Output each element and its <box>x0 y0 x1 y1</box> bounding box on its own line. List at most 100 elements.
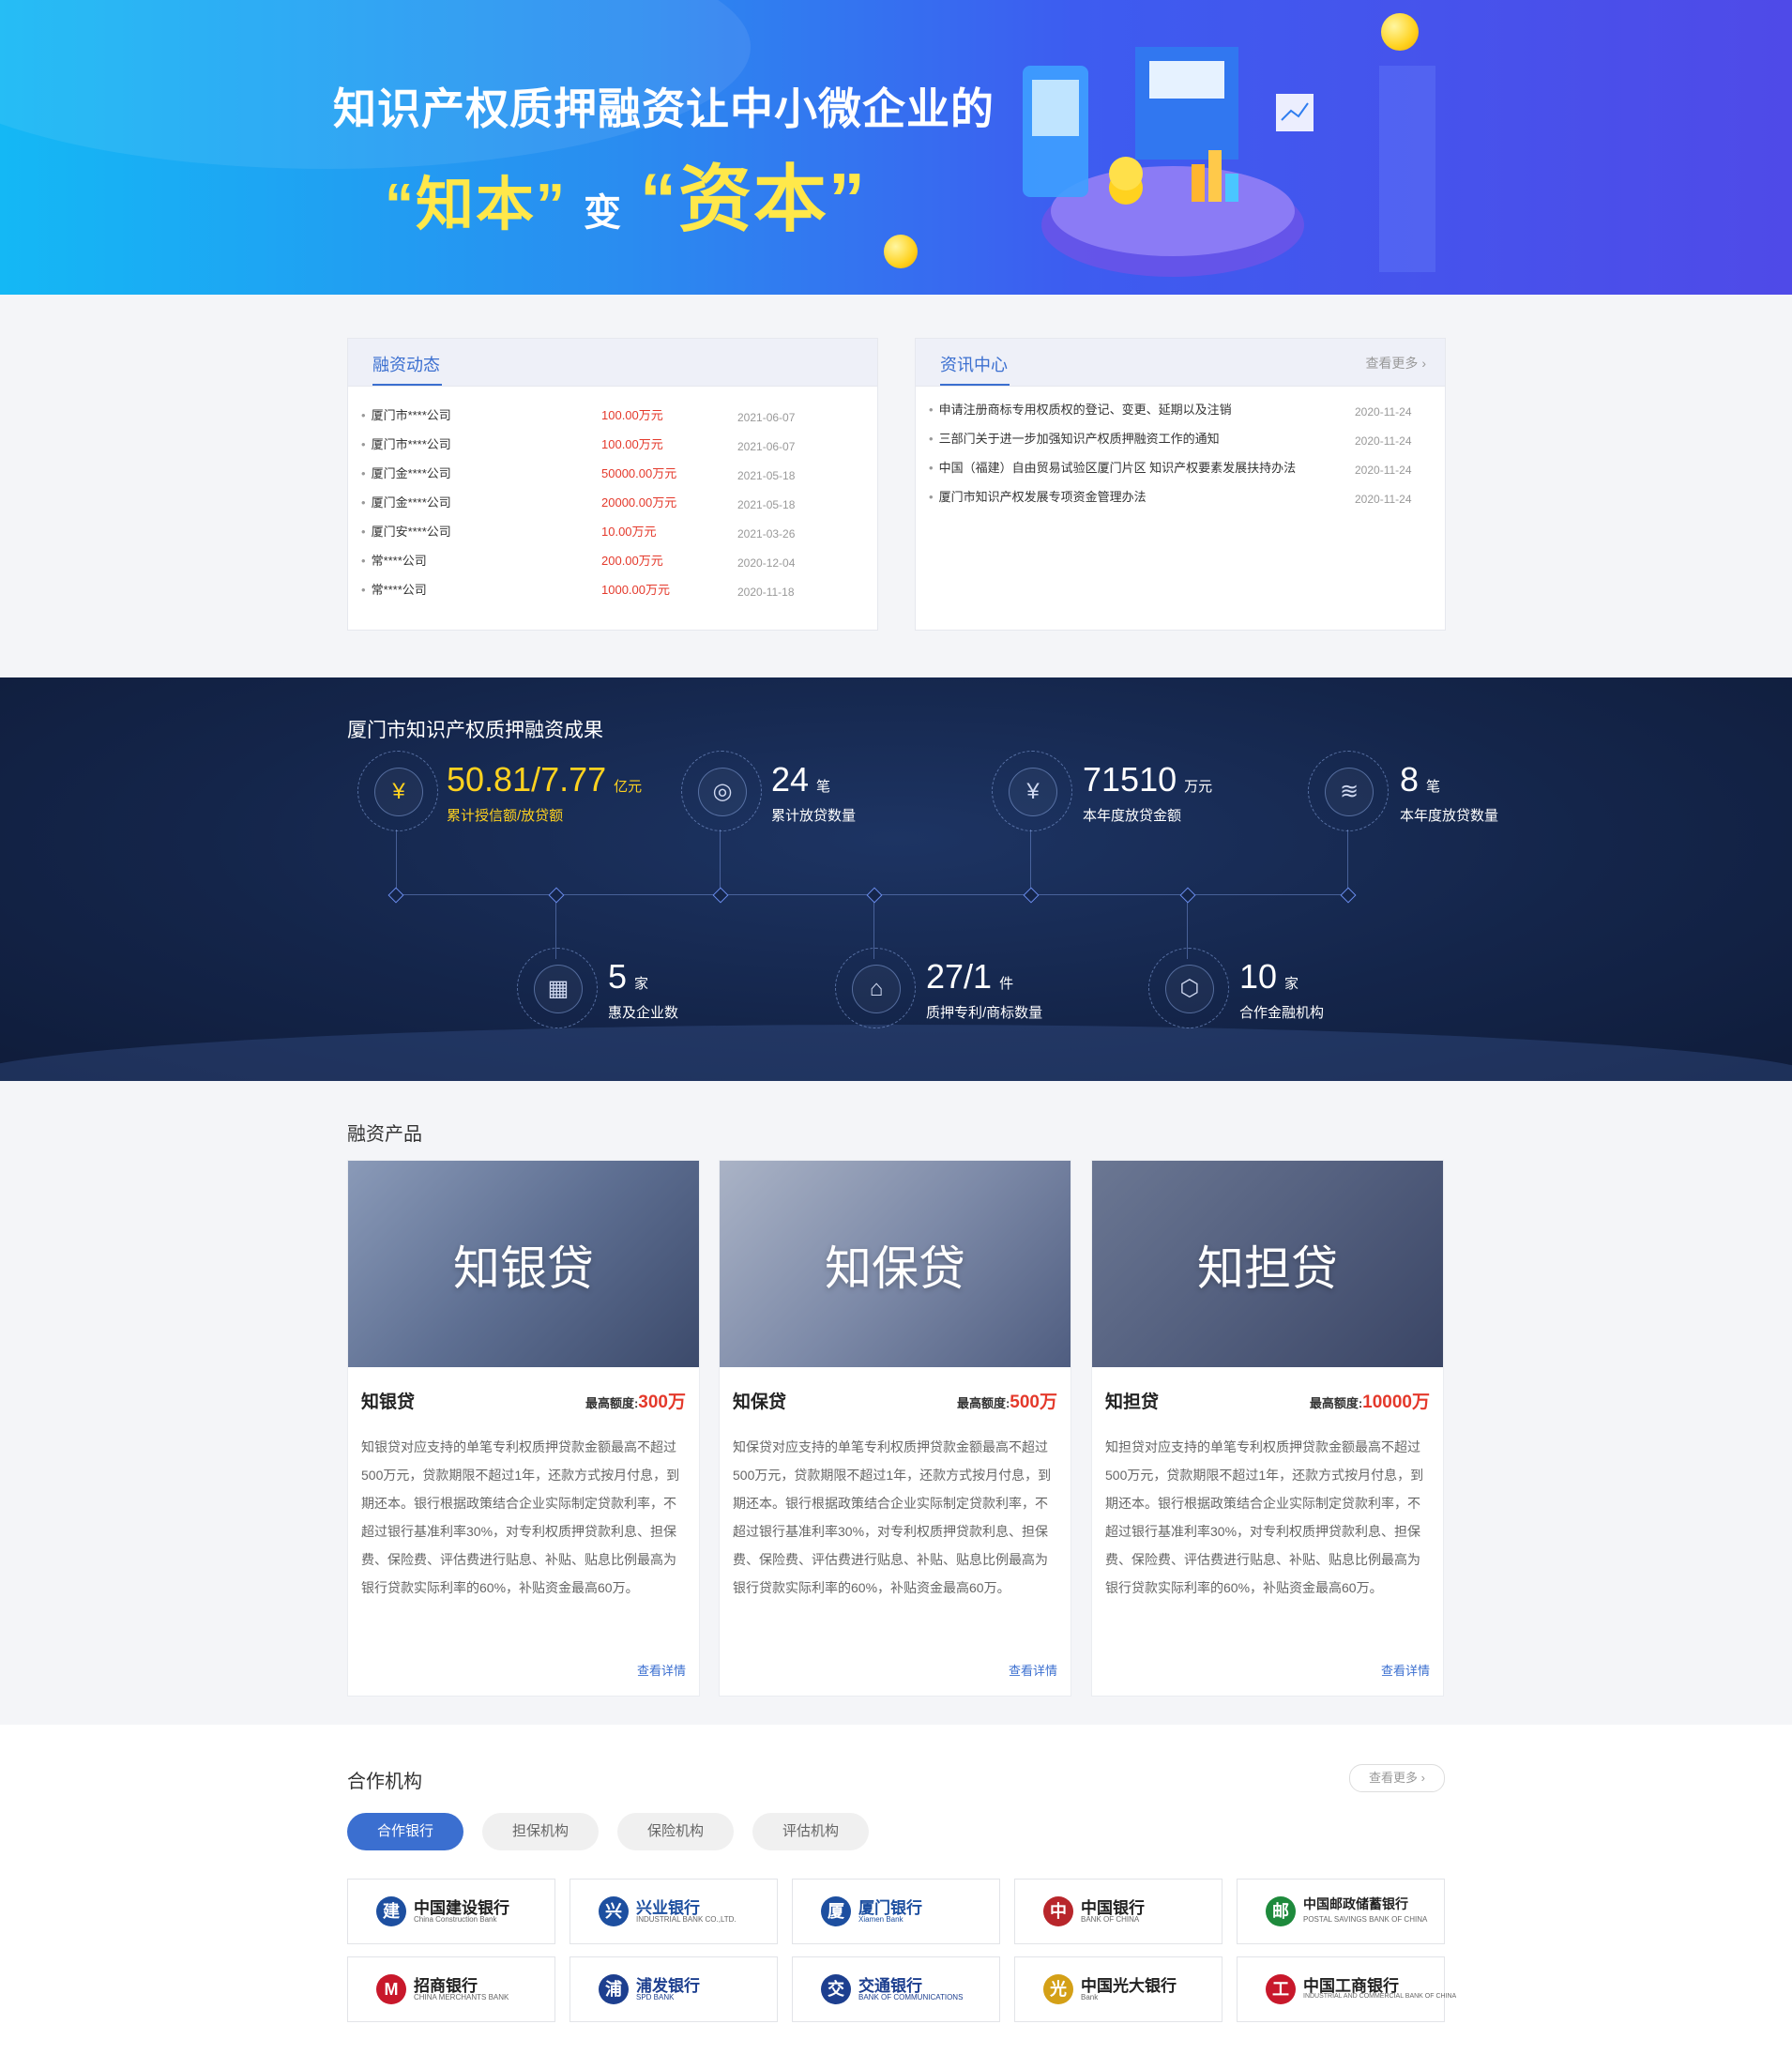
stat-label: 惠及企业数 <box>608 1005 679 1021</box>
wave-decoration <box>0 1025 1792 1081</box>
loan-date: 2021-05-18 <box>737 498 796 511</box>
cib-logo-icon: 兴 <box>599 1896 629 1926</box>
list-item[interactable]: • 常****公司 <box>361 581 427 600</box>
bank-logo-cmb[interactable]: M 招商银行 CHINA MERCHANTS BANK <box>347 1956 555 2022</box>
product-quota: 最高额度:300万 <box>585 1393 686 1412</box>
bank-logo-xiamen[interactable]: 厦厦门银行 Xiamen Bank <box>792 1879 1000 1944</box>
list-item[interactable]: • 厦门金****公司 <box>361 494 451 512</box>
stat-icon-ring: ⌂ <box>835 948 916 1028</box>
info-center-title: 资讯中心 <box>940 352 1010 386</box>
spd-logo-icon: 浦 <box>599 1974 629 2004</box>
product-card[interactable]: 知银贷 知银贷 最高额度:300万 知银贷对应支持的单笔专利权质押贷款金额最高不… <box>347 1160 700 1697</box>
product-description: 知保贷对应支持的单笔专利权质押贷款金额最高不超过500万元，贷款期限不超过1年，… <box>733 1439 1052 1595</box>
tab-partner-banks[interactable]: 合作银行 <box>347 1813 463 1850</box>
timeline-node <box>387 887 404 904</box>
psbc-logo-icon: 邮 <box>1266 1896 1296 1926</box>
loan-date: 2021-05-18 <box>737 469 796 482</box>
product-image: 知银贷 <box>348 1161 699 1367</box>
tab-appraisal[interactable]: 评估机构 <box>752 1813 869 1850</box>
product-card[interactable]: 知保贷 知保贷 最高额度:500万 知保贷对应支持的单笔专利权质押贷款金额最高不… <box>719 1160 1071 1697</box>
loan-date: 2020-11-18 <box>737 586 795 599</box>
list-item[interactable]: • 厦门市知识产权发展专项资金管理办法 <box>929 488 1147 507</box>
timeline-node <box>1340 887 1357 904</box>
hero-illustration <box>1023 47 1435 277</box>
product-image-title: 知保贷 <box>825 1242 965 1295</box>
coin-decoration <box>1381 13 1419 51</box>
list-item[interactable]: • 厦门市****公司 <box>361 406 451 425</box>
financing-news-list: • 厦门市****公司 100.00万元 2021-06-07 • 厦门市****公… <box>348 406 877 605</box>
hero-banner: 知识产权质押融资让中小微企业的 “知本” 变 “资本” <box>0 0 1792 295</box>
bank-logo-ccb[interactable]: 建中国建设银行 China Construction Bank <box>347 1879 555 1944</box>
bank-logo-psbc[interactable]: 邮中国邮政储蓄银行 POSTAL SAVINGS BANK OF CHINA <box>1237 1879 1445 1944</box>
loan-amount: 200.00万元 <box>601 554 663 568</box>
list-item[interactable]: • 厦门金****公司 <box>361 464 451 483</box>
partners-title: 合作机构 <box>347 1772 422 1792</box>
product-description: 知银贷对应支持的单笔专利权质押贷款金额最高不超过500万元，贷款期限不超过1年，… <box>361 1439 680 1595</box>
timeline-node <box>866 887 883 904</box>
list-item[interactable]: • 厦门市****公司 <box>361 435 451 454</box>
loan-date: 2020-12-04 <box>737 556 796 570</box>
connector <box>720 830 721 895</box>
product-image: 知担贷 <box>1092 1161 1443 1367</box>
chevron-right-icon: › <box>1421 356 1426 371</box>
bank-logo-cib[interactable]: 兴兴业银行 INDUSTRIAL BANK CO.,LTD. <box>569 1879 778 1944</box>
view-details-link[interactable]: 查看详情 <box>1009 1661 1057 1679</box>
list-item[interactable]: • 厦门安****公司 <box>361 523 451 541</box>
hero-headline: 知识产权质押融资让中小微企业的 <box>333 84 995 133</box>
product-card[interactable]: 知担贷 知担贷 最高额度:10000万 知担贷对应支持的单笔专利权质押贷款金额最… <box>1091 1160 1444 1697</box>
seal-icon: ⌂ <box>852 965 901 1013</box>
stats-title: 厦门市知识产权质押融资成果 <box>347 720 603 741</box>
bank-logo-ceb[interactable]: 光中国光大银行 Bank <box>1014 1956 1223 2022</box>
bank-logo-spd[interactable]: 浦浦发银行 SPD BANK <box>569 1956 778 2022</box>
timeline-node <box>548 887 565 904</box>
connector <box>1030 830 1031 895</box>
financing-news-panel: 融资动态 • 厦门市****公司 100.00万元 2021-06-07 • 厦门市… <box>347 338 878 631</box>
coin-decoration <box>884 235 918 268</box>
timeline-node <box>1179 887 1196 904</box>
chevron-right-icon: › <box>1420 1771 1425 1785</box>
product-name: 知担贷 <box>1105 1393 1160 1412</box>
hero-quote-1: “知本” <box>385 173 568 237</box>
bank-logo-bocom[interactable]: 交交通银行 BANK OF COMMUNICATIONS <box>792 1956 1000 2022</box>
timeline-node <box>712 887 729 904</box>
loan-amount: 10.00万元 <box>601 525 657 539</box>
product-name: 知银贷 <box>361 1393 416 1412</box>
stat-label: 合作金融机构 <box>1239 1005 1325 1021</box>
connector <box>1347 830 1348 895</box>
connector <box>396 830 397 895</box>
coins-icon: ◎ <box>698 768 747 816</box>
yuan-coin-icon: ¥ <box>1009 768 1057 816</box>
stat-icon-ring: ≋ <box>1308 751 1389 831</box>
stat-label: 本年度放贷金额 <box>1083 808 1182 824</box>
products-title: 融资产品 <box>347 1124 422 1145</box>
list-item[interactable]: • 申请注册商标专用权质权的登记、变更、延期以及注销 <box>929 401 1232 419</box>
cube-icon: ⬡ <box>1165 965 1214 1013</box>
bank-logo-boc[interactable]: 中中国银行 BANK OF CHINA <box>1014 1879 1223 1944</box>
bocom-logo-icon: 交 <box>821 1974 851 2004</box>
bank-logo-icbc[interactable]: 工中国工商银行 INDUSTRIAL AND COMMERCIAL BANK OF… <box>1237 1956 1456 2022</box>
panel-header: 融资动态 <box>348 339 877 387</box>
building-icon: ▦ <box>534 965 583 1013</box>
cmb-logo-icon: M <box>376 1974 406 2004</box>
tab-insurance[interactable]: 保险机构 <box>617 1813 734 1850</box>
info-center-more-link[interactable]: 查看更多 › <box>1365 354 1426 373</box>
news-date: 2020-11-24 <box>1355 493 1412 506</box>
stat-label: 累计授信额/放贷额 <box>447 808 564 824</box>
stat-icon-ring: ¥ <box>992 751 1072 831</box>
partners-more-button[interactable]: 查看更多 › <box>1349 1764 1445 1792</box>
timeline-node <box>1023 887 1040 904</box>
list-item[interactable]: • 常****公司 <box>361 552 427 571</box>
loan-amount: 20000.00万元 <box>601 495 677 510</box>
stat-label: 质押专利/商标数量 <box>926 1005 1043 1021</box>
stat-icon-ring: ⬡ <box>1148 948 1229 1028</box>
news-date: 2020-11-24 <box>1355 434 1412 448</box>
view-details-link[interactable]: 查看详情 <box>637 1661 686 1679</box>
boc-logo-icon: 中 <box>1043 1896 1073 1926</box>
tab-guarantee[interactable]: 担保机构 <box>482 1813 599 1850</box>
ccb-logo-icon: 建 <box>376 1896 406 1926</box>
view-details-link[interactable]: 查看详情 <box>1381 1661 1430 1679</box>
ceb-logo-icon: 光 <box>1043 1974 1073 2004</box>
list-item[interactable]: • 三部门关于进一步加强知识产权质押融资工作的通知 <box>929 430 1220 449</box>
product-image-title: 知银贷 <box>453 1242 594 1295</box>
list-item[interactable]: • 中国（福建）自由贸易试验区厦门片区 知识产权要素发展扶持办法 <box>929 459 1296 478</box>
